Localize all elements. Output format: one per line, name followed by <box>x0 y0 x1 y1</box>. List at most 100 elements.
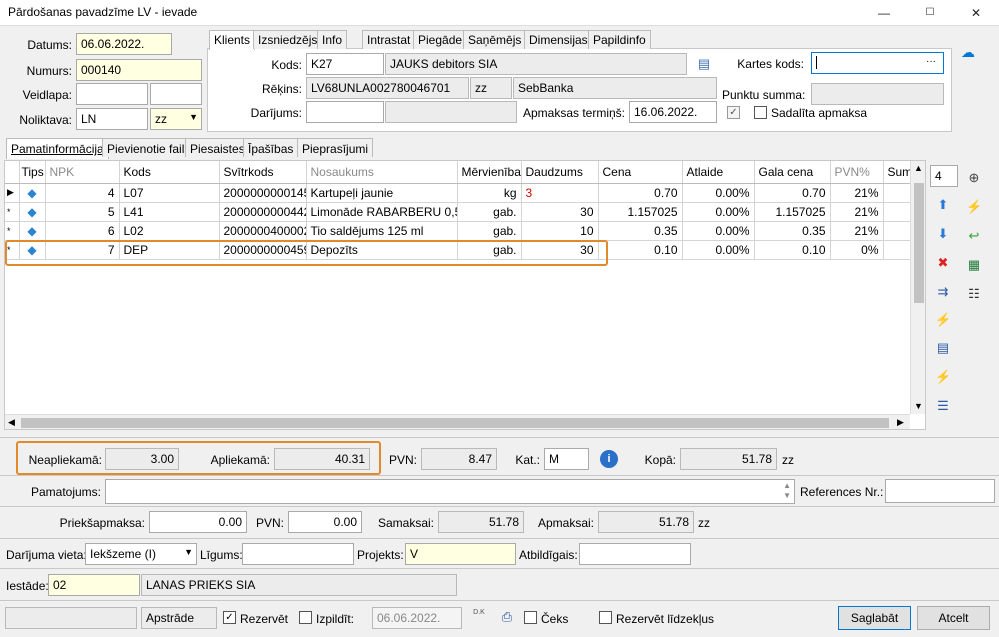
projekts-field[interactable]: V <box>405 543 516 565</box>
atbildigais-field[interactable] <box>579 543 691 565</box>
cell-kods[interactable]: L41 <box>119 202 220 222</box>
scroll-left-icon[interactable]: ◀ <box>8 417 15 428</box>
ligums-field[interactable] <box>242 543 354 565</box>
iestade-code-field[interactable]: 02 <box>48 574 140 596</box>
tab-pieprasijumi[interactable]: Pieprasījumi <box>297 138 374 157</box>
pay-pvn-field[interactable]: 0.00 <box>288 511 362 533</box>
cell-svitrkods[interactable]: 2000000400002 <box>219 221 307 241</box>
delete-icon[interactable]: ✖ <box>935 255 951 271</box>
kartes-kods-input[interactable] <box>811 52 944 74</box>
cell-svitrkods[interactable]: 2000000000442 <box>219 202 307 222</box>
tab-papildinfo[interactable]: Papildinfo <box>588 30 651 49</box>
vertical-scrollbar[interactable]: ▲ ▼ <box>910 161 925 414</box>
col-kods[interactable]: Kods <box>119 161 220 184</box>
datums-field[interactable]: 06.06.2022. <box>76 33 172 55</box>
col-sum[interactable]: Sum <box>883 161 911 184</box>
lightning-orange-icon[interactable]: ⚡ <box>935 312 951 328</box>
row-count-field[interactable]: 4 <box>930 165 958 187</box>
scroll-up-icon[interactable]: ▲ <box>914 163 923 173</box>
close-button[interactable]: ✕ <box>953 0 999 26</box>
cell-pvn[interactable]: 21% <box>830 202 884 222</box>
import-icon[interactable]: ↩ <box>966 228 982 244</box>
scrollbar-thumb[interactable] <box>914 183 924 303</box>
textarea-spin-icon[interactable]: ▲ ▼ <box>783 481 791 501</box>
cell-kods[interactable]: L02 <box>119 221 220 241</box>
numurs-field[interactable]: 000140 <box>76 59 202 81</box>
disabled-checkbox[interactable]: ✓ <box>727 106 740 119</box>
info-icon[interactable]: i <box>600 450 618 468</box>
col-svitrkods[interactable]: Svītrkods <box>219 161 307 184</box>
tab-ipasibas[interactable]: Īpašības <box>243 138 299 157</box>
cell-sum[interactable] <box>883 202 911 222</box>
prieksapmaksa-field[interactable]: 0.00 <box>149 511 247 533</box>
cell-atlaide[interactable]: 0.00% <box>682 240 755 260</box>
horizontal-scrollbar[interactable]: ◀ ▶ <box>5 414 910 429</box>
cell-mervieniba[interactable]: gab. <box>457 221 522 241</box>
cancel-button[interactable]: Atcelt <box>917 606 990 630</box>
cell-cena[interactable]: 1.157025 <box>598 202 683 222</box>
col-pvn[interactable]: PVN% <box>830 161 884 184</box>
table-row[interactable]: * ◆ 5 L41 2000000000442 Limonāde RABARBE… <box>5 202 911 222</box>
cell-cena[interactable]: 0.35 <box>598 221 683 241</box>
cell-nosaukums[interactable]: Kartupeļi jaunie <box>306 183 458 203</box>
cell-cena[interactable]: 0.70 <box>598 183 683 203</box>
cell-gala-cena[interactable]: 0.10 <box>754 240 831 260</box>
darijuma-vieta-select[interactable]: Iekšzeme (I) ▼ <box>85 543 197 565</box>
cell-kods[interactable]: L07 <box>119 183 220 203</box>
cell-cena[interactable]: 0.10 <box>598 240 683 260</box>
cell-svitrkods[interactable]: 2000000000145 <box>219 183 307 203</box>
scroll-right-icon[interactable]: ▶ <box>897 417 904 428</box>
maximize-button[interactable]: ☐ <box>907 0 953 26</box>
cell-pvn[interactable]: 21% <box>830 221 884 241</box>
tab-piegade[interactable]: Piegāde <box>413 30 468 49</box>
col-tips[interactable]: Tips <box>19 161 46 184</box>
move-up-icon[interactable]: ⬆ <box>935 197 951 213</box>
cell-gala-cena[interactable]: 1.157025 <box>754 202 831 222</box>
hscrollbar-thumb[interactable] <box>21 418 889 428</box>
cell-pvn[interactable]: 21% <box>830 183 884 203</box>
col-atlaide[interactable]: Atlaide <box>682 161 755 184</box>
cell-sum[interactable] <box>883 183 911 203</box>
cell-atlaide[interactable]: 0.00% <box>682 202 755 222</box>
rezervet-lidzeklus-checkbox[interactable] <box>599 611 612 624</box>
tree-list-icon[interactable]: ☷ <box>966 286 982 302</box>
chat-icon[interactable]: ☁ <box>960 44 976 60</box>
cell-daudzums[interactable]: 30 <box>521 202 599 222</box>
tab-dimensijas[interactable]: Dimensijas <box>524 30 593 49</box>
col-daudzums[interactable]: Daudzums <box>521 161 599 184</box>
scroll-down-icon[interactable]: ▼ <box>914 401 923 411</box>
rezervet-checkbox[interactable]: ✓ <box>223 611 236 624</box>
ceks-checkbox[interactable] <box>524 611 537 624</box>
lightning-red-icon[interactable]: ⚡ <box>935 369 951 385</box>
noliktava-select[interactable]: zz ▼ <box>150 108 202 130</box>
rekins-field[interactable]: LV68UNLA002780046701 <box>306 77 469 99</box>
tab-pamatinformacija[interactable]: Pamatinformācija <box>6 138 109 159</box>
kat-field[interactable]: M <box>544 448 589 470</box>
cell-atlaide[interactable]: 0.00% <box>682 183 755 203</box>
card-icon[interactable]: ▤ <box>696 56 712 72</box>
add-row-icon[interactable]: ⊕ <box>966 170 982 186</box>
izpildit-date-field[interactable]: 06.06.2022. <box>372 607 462 629</box>
cell-sum[interactable] <box>883 221 911 241</box>
transfer-icon[interactable]: ⇉ <box>935 284 951 300</box>
tab-intrastat[interactable]: Intrastat <box>362 30 416 49</box>
document-icon[interactable]: ▤ <box>935 340 951 356</box>
pamatojums-input[interactable]: ▲ ▼ <box>105 479 795 504</box>
cell-atlaide[interactable]: 0.00% <box>682 221 755 241</box>
cell-sum[interactable] <box>883 240 911 260</box>
tab-klients[interactable]: Klients <box>209 30 256 50</box>
darijums-field[interactable] <box>306 101 384 123</box>
print-icon[interactable]: ⎙ <box>499 609 515 625</box>
tab-pievienotie-faili[interactable]: Pievienotie faili <box>102 138 193 157</box>
tab-info[interactable]: Info <box>317 30 348 49</box>
excel-icon[interactable]: ▦ <box>966 257 982 273</box>
col-npk[interactable]: NPK <box>45 161 120 184</box>
izpildit-checkbox[interactable] <box>299 611 312 624</box>
tab-piesaistes[interactable]: Piesaistes <box>185 138 250 157</box>
dk-icon[interactable]: D.K <box>471 608 487 626</box>
col-mervieniba[interactable]: Mērvienība <box>457 161 522 184</box>
sadalita-apmaksa-checkbox[interactable] <box>754 106 767 119</box>
col-nosaukums[interactable]: Nosaukums <box>306 161 458 184</box>
cell-pvn[interactable]: 0% <box>830 240 884 260</box>
references-input[interactable] <box>885 479 995 503</box>
